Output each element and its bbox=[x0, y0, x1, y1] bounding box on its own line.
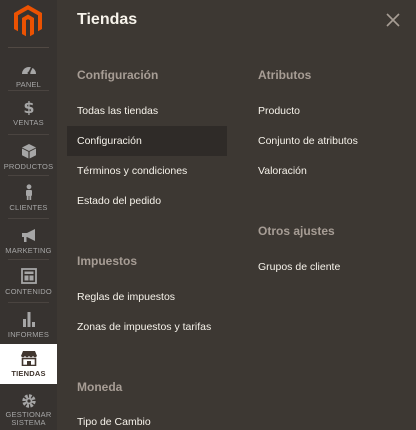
rail-divider bbox=[8, 134, 49, 135]
sidebar-item-label: CLIENTES bbox=[9, 203, 48, 212]
box-icon bbox=[20, 143, 38, 159]
panel-title: Tiendas bbox=[77, 11, 138, 28]
menu-link-zonas-de-impuestos-y-tarifas[interactable]: Zonas de impuestos y tarifas bbox=[67, 312, 237, 342]
menu-link-configuracion[interactable]: Configuración bbox=[67, 126, 227, 156]
dollar-icon: $ bbox=[20, 99, 38, 115]
sidebar-item-marketing[interactable]: MARKETING bbox=[0, 221, 57, 264]
gear-icon bbox=[20, 393, 38, 409]
section-title-atributos: Atributos bbox=[258, 68, 312, 82]
sidebar-item-label: GESTIONAR SISTEMA bbox=[5, 410, 52, 427]
bar-chart-icon bbox=[20, 311, 38, 327]
sidebar-item-panel[interactable]: PANEL bbox=[0, 55, 57, 98]
menu-link-reglas-de-impuestos[interactable]: Reglas de impuestos bbox=[67, 282, 237, 312]
person-icon bbox=[20, 184, 38, 200]
section-title-configuracion: Configuración bbox=[77, 68, 159, 82]
rail-divider bbox=[8, 259, 49, 260]
menu-link-grupos-de-cliente[interactable]: Grupos de cliente bbox=[248, 252, 398, 282]
sidebar-item-clientes[interactable]: CLIENTES bbox=[0, 178, 57, 221]
menu-link-todas-las-tiendas[interactable]: Todas las tiendas bbox=[67, 96, 227, 126]
menu-link-valoracion[interactable]: Valoración bbox=[248, 156, 398, 186]
layout-icon bbox=[20, 268, 38, 284]
rail-divider bbox=[8, 302, 49, 303]
sidebar-item-label: INFORMES bbox=[7, 330, 50, 339]
section-title-impuestos: Impuestos bbox=[77, 254, 138, 268]
menu-link-tipo-de-cambio[interactable]: Tipo de Cambio bbox=[67, 407, 227, 430]
close-button[interactable] bbox=[384, 11, 402, 29]
stores-menu-panel: Tiendas Configuración Todas las tiendas … bbox=[57, 0, 416, 430]
admin-sidebar: PANEL $ VENTAS PRODUCTOS CLIENTES MARKET… bbox=[0, 0, 57, 430]
magento-logo-icon[interactable] bbox=[14, 5, 42, 37]
sidebar-item-tiendas[interactable]: TIENDAS bbox=[0, 344, 57, 384]
rail-divider bbox=[8, 175, 49, 176]
sidebar-item-label: VENTAS bbox=[13, 118, 44, 127]
sidebar-item-label: MARKETING bbox=[5, 246, 52, 255]
section-title-otros-ajustes: Otros ajustes bbox=[258, 224, 335, 238]
section-title-moneda: Moneda bbox=[77, 380, 123, 394]
close-icon bbox=[386, 13, 400, 27]
sidebar-item-label: PANEL bbox=[15, 80, 42, 89]
sidebar-item-label: TIENDAS bbox=[11, 369, 46, 378]
rail-divider bbox=[8, 90, 49, 91]
svg-text:$: $ bbox=[23, 99, 34, 115]
menu-link-producto[interactable]: Producto bbox=[248, 96, 398, 126]
sidebar-item-label: CONTENIDO bbox=[5, 287, 52, 296]
megaphone-icon bbox=[20, 227, 38, 243]
rail-divider bbox=[8, 218, 49, 219]
sidebar-item-ventas[interactable]: $ VENTAS bbox=[0, 93, 57, 136]
dashboard-icon bbox=[20, 61, 38, 77]
sidebar-item-informes[interactable]: INFORMES bbox=[0, 305, 57, 348]
sidebar-item-label: PRODUCTOS bbox=[3, 162, 54, 171]
menu-link-estado-del-pedido[interactable]: Estado del pedido bbox=[67, 186, 227, 216]
sidebar-item-gestionar-sistema[interactable]: GESTIONAR SISTEMA bbox=[0, 387, 57, 430]
menu-link-terminos-y-condiciones[interactable]: Términos y condiciones bbox=[67, 156, 227, 186]
logo-divider bbox=[8, 47, 49, 48]
menu-link-conjunto-de-atributos[interactable]: Conjunto de atributos bbox=[248, 126, 398, 156]
sidebar-item-productos[interactable]: PRODUCTOS bbox=[0, 137, 57, 180]
sidebar-item-contenido[interactable]: CONTENIDO bbox=[0, 262, 57, 305]
storefront-icon bbox=[20, 350, 38, 366]
